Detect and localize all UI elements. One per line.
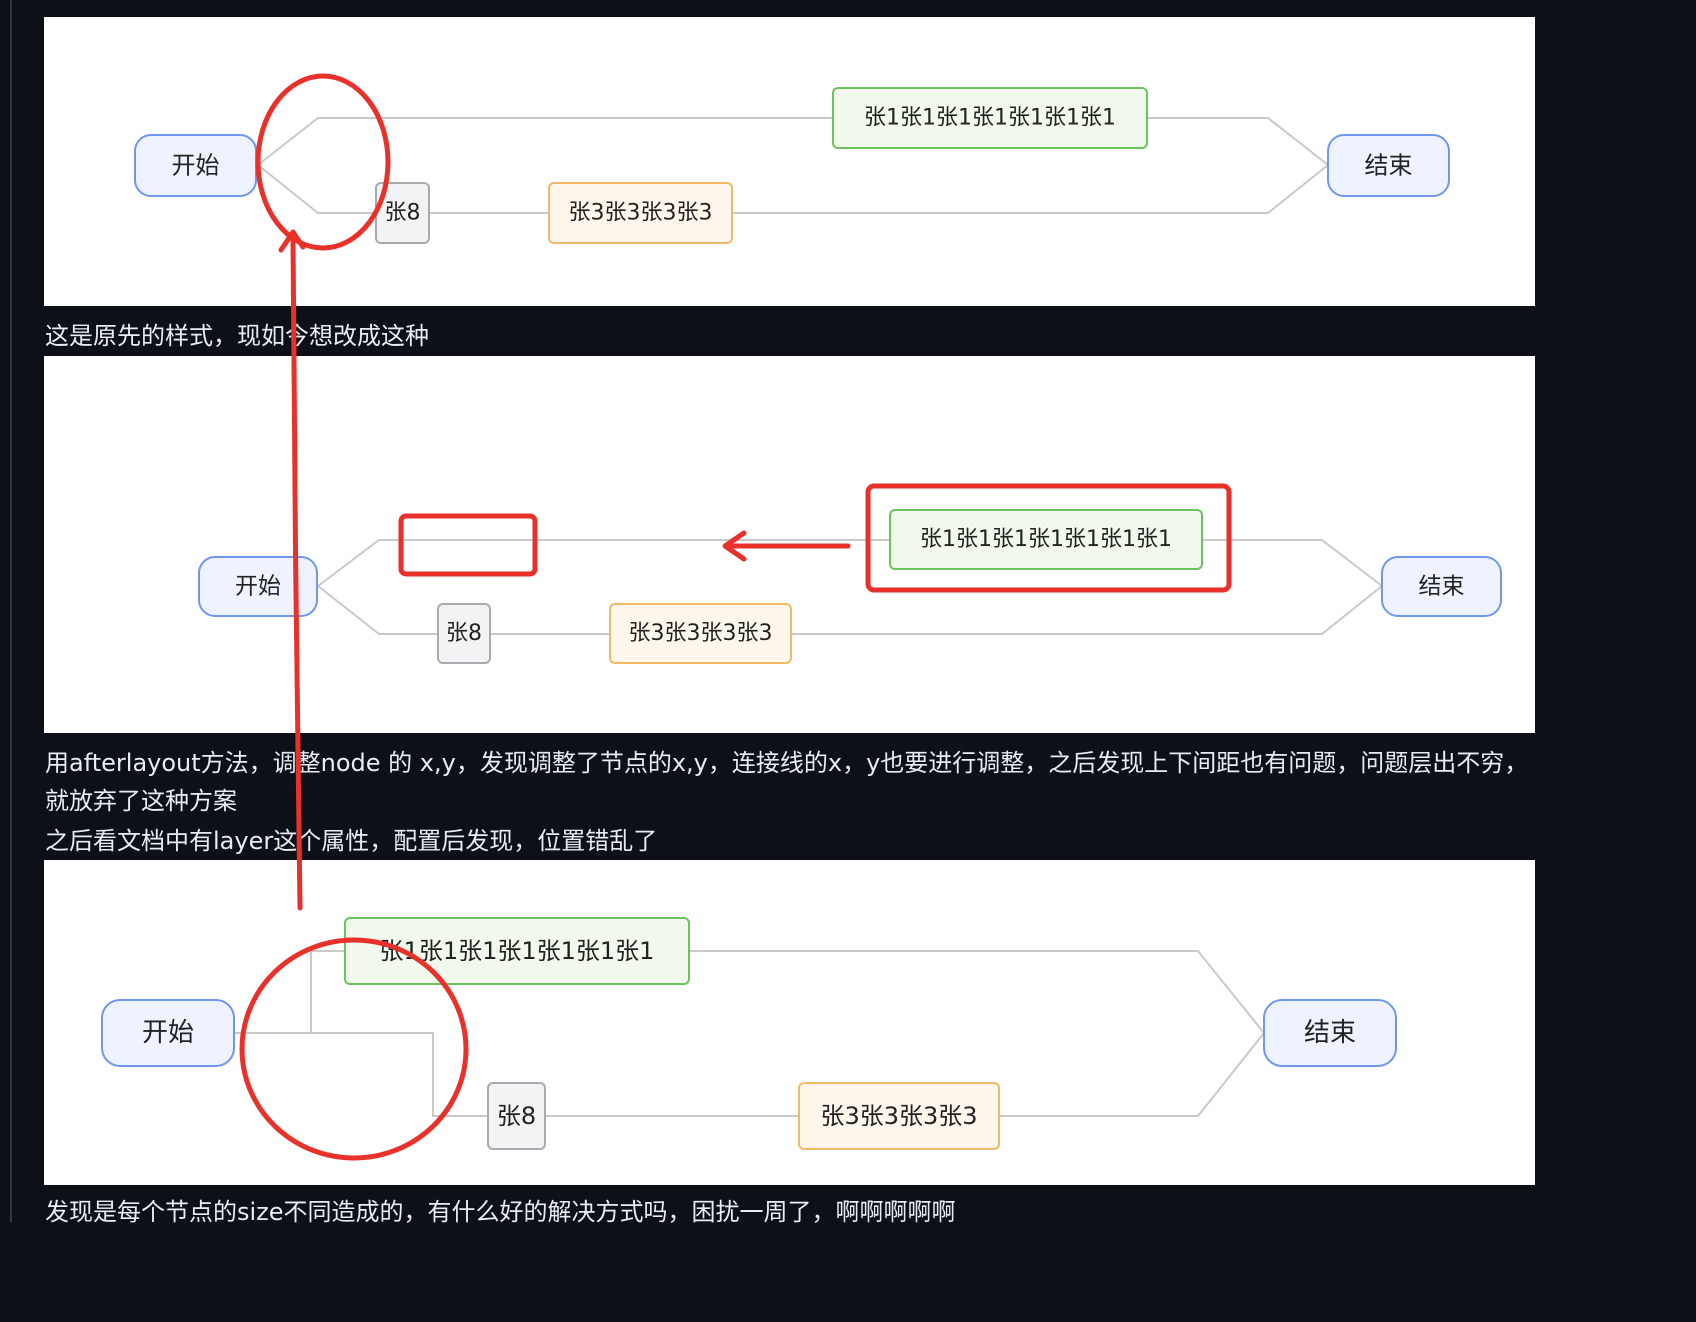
edge-start-to-node-b [257, 164, 376, 214]
node-end: 结束 [1263, 999, 1397, 1067]
node-a-label: 张1张1张1张1张1张1张1 [920, 527, 1172, 552]
node-c: 张3张3张3张3 [548, 182, 733, 244]
node-a-label: 张1张1张1张1张1张1张1 [864, 106, 1116, 131]
diagram-layer-result: 开始 张1张1张1张1张1张1张1 张8 张3张3张3张3 结束 [44, 860, 1535, 1185]
node-c-label: 张3张3张3张3 [820, 1102, 977, 1130]
node-start-label: 开始 [172, 152, 220, 180]
diagram-desired-style: 开始 张1张1张1张1张1张1张1 张8 张3张3张3张3 结束 [44, 356, 1535, 733]
node-end: 结束 [1327, 134, 1450, 197]
node-b-label: 张8 [446, 621, 482, 646]
node-a: 张1张1张1张1张1张1张1 [344, 917, 690, 985]
edge-start-to-node-a [234, 950, 345, 1034]
node-end-label: 结束 [1304, 1018, 1356, 1048]
diagram-1-canvas: 开始 张1张1张1张1张1张1张1 张8 张3张3张3张3 结束 [134, 87, 1450, 244]
edge-node-a-to-end [1202, 539, 1383, 587]
edge-node-c-to-end [999, 1032, 1265, 1117]
node-start: 开始 [198, 556, 318, 617]
node-c-label: 张3张3张3张3 [569, 201, 713, 226]
node-start: 开始 [134, 134, 257, 197]
node-a: 张1张1张1张1张1张1张1 [889, 509, 1203, 570]
node-c: 张3张3张3张3 [609, 603, 792, 664]
node-end-label: 结束 [1365, 152, 1413, 180]
caption-size-problem: 发现是每个节点的size不同造成的，有什么好的解决方式吗，困扰一周了，啊啊啊啊啊 [45, 1198, 956, 1226]
diagram-original-style: 开始 张1张1张1张1张1张1张1 张8 张3张3张3张3 结束 [44, 17, 1535, 306]
node-b-label: 张8 [385, 201, 421, 226]
node-start-label: 开始 [235, 574, 281, 600]
edge-start-to-node-b [317, 585, 438, 635]
edge-node-a-to-end [1147, 117, 1329, 166]
edge-node-c-to-end [791, 585, 1383, 635]
node-b-label: 张8 [497, 1102, 536, 1130]
node-end: 结束 [1381, 556, 1502, 617]
edge-start-to-node-a [257, 117, 833, 166]
node-b: 张8 [487, 1082, 546, 1150]
node-a-label: 张1张1张1张1张1张1张1 [380, 937, 655, 965]
node-b: 张8 [375, 182, 430, 244]
edge-start-to-node-b [234, 1032, 488, 1117]
node-end-label: 结束 [1419, 574, 1465, 600]
caption-original-style: 这是原先的样式，现如今想改成这种 [45, 322, 429, 350]
left-gutter-rule [10, 0, 12, 1222]
caption-afterlayout-attempt: 用afterlayout方法，调整node 的 x,y，发现调整了节点的x,y，… [45, 749, 1529, 815]
caption-layer-attempt: 之后看文档中有layer这个属性，配置后发现，位置错乱了 [45, 827, 658, 855]
edge-node-c-to-end [733, 164, 1329, 214]
diagram-3-canvas: 开始 张1张1张1张1张1张1张1 张8 张3张3张3张3 结束 [101, 917, 1397, 1150]
edge-start-to-node-a [317, 539, 890, 587]
node-start: 开始 [101, 999, 235, 1067]
node-a: 张1张1张1张1张1张1张1 [832, 87, 1148, 149]
edge-node-a-to-end [689, 950, 1265, 1034]
node-start-label: 开始 [142, 1018, 194, 1048]
node-b: 张8 [437, 603, 491, 664]
diagram-2-canvas: 开始 张1张1张1张1张1张1张1 张8 张3张3张3张3 结束 [198, 509, 1502, 664]
node-c-label: 张3张3张3张3 [629, 621, 773, 646]
node-c: 张3张3张3张3 [798, 1082, 1000, 1150]
